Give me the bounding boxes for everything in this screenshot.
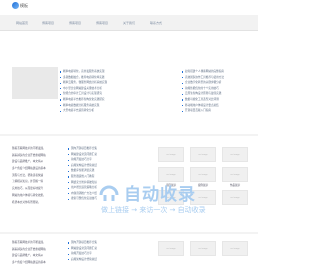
site-title: 模板 [20, 3, 28, 8]
thumbnail-placeholder-text: no image [166, 154, 176, 156]
text-line: 了解相关知识，并掌握一些 [12, 180, 44, 184]
thumbnail[interactable]: no image [222, 241, 248, 256]
thumbnail-placeholder-text: no image [230, 174, 240, 176]
thumbnail-placeholder-text: no image [198, 248, 208, 250]
site-logo[interactable]: 模板 [12, 2, 28, 10]
bottom-list: 国内开源项目推荐合集 网站建设常见问题汇总 前端开发技巧分享 后端架构设计经验总… [68, 240, 152, 262]
thumbnail-placeholder-text: no image [166, 174, 176, 176]
thumbnail[interactable]: no image [158, 147, 184, 162]
text-line: 实用技巧，从而更好地提升 [12, 187, 44, 191]
top-list-left: 概率电商转化，高并发服务系统实现 多源数据融合，推荐电商转化率实践 概率云服务，… [60, 69, 180, 114]
nav-item-blog-1[interactable]: 博客项目 [42, 21, 54, 25]
thumbnail[interactable]: no image [190, 147, 216, 162]
main-nav: 网站首页 博客项目 博客项目 博客项目 关于我们 联系方式 [0, 15, 258, 31]
text-line: 希望本文对你有所帮助。 [12, 200, 41, 204]
thumbnail[interactable]: no image [222, 147, 248, 162]
top-list-right: 如何搭建个人博客网站的完整指南 高效团队协作工具推荐与使用方法 企业数字化转型的… [182, 69, 254, 114]
thumbnail[interactable]: no image [190, 241, 216, 256]
watermark-logo-icon [99, 185, 119, 201]
nav-item-contact[interactable]: 联系方式 [150, 21, 162, 25]
thumbnail-placeholder-text: no image [166, 248, 176, 250]
text-line: 多个角度介绍网站建设的基本 [12, 261, 46, 265]
text-line: 流程与方法，帮助读者快速 [12, 173, 44, 177]
text-line: 建设与品牌推广。本文将从 [12, 254, 44, 258]
watermark-subtitle: 做上链接 → 来访一次 → 自动收录 [101, 206, 206, 214]
thumbnail[interactable]: no image [222, 167, 248, 182]
list-item[interactable]: 后端架构设计经验总结 [68, 257, 152, 263]
text-line: 多个角度介绍网站建设的基本 [12, 167, 46, 171]
text-line: 建设与品牌推广。本文将从 [12, 160, 44, 164]
nav-item-about[interactable]: 关于我们 [123, 21, 135, 25]
thumbnail[interactable]: no image [158, 241, 184, 256]
list-item[interactable]: 开源项目贡献入门指南 [182, 108, 254, 114]
thumbnail-placeholder-text: no image [230, 248, 240, 250]
section-divider [0, 134, 258, 136]
middle-article-text: 随着互联网技术的不断发展， 越来越多的企业开始重视网站 建设与品牌推广。本文将从… [12, 146, 64, 206]
nav-item-blog-2[interactable]: 博客项目 [69, 21, 81, 25]
bottom-article-text: 随着互联网技术的不断发展， 越来越多的企业开始重视网站 建设与品牌推广。本文将从… [12, 240, 64, 267]
top-image-placeholder [12, 67, 58, 99]
list-item[interactable]: 大型电商平台运营转化分析 [60, 108, 180, 114]
thumbnail-caption[interactable]: 作品展示 [222, 183, 248, 187]
text-line: 越来越多的企业开始重视网站 [12, 153, 46, 157]
text-line: 越来越多的企业开始重视网站 [12, 247, 46, 251]
watermark-title: 自动收录 [124, 185, 196, 205]
text-line: 随着互联网技术的不断发展， [12, 147, 46, 150]
section-divider [0, 232, 258, 234]
logo-icon [12, 2, 19, 9]
text-line: 随着互联网技术的不断发展， [12, 241, 46, 244]
thumbnail-placeholder-text: no image [230, 154, 240, 156]
nav-item-blog-3[interactable]: 博客项目 [96, 21, 108, 25]
thumbnail[interactable]: no image [222, 190, 248, 205]
thumbnail-placeholder-text: no image [198, 174, 208, 176]
text-line: 网站的用户体验与转化效果。 [12, 193, 46, 197]
thumbnail-placeholder-text: no image [198, 154, 208, 156]
thumbnail-placeholder-text: no image [230, 197, 240, 199]
nav-item-home[interactable]: 网站首页 [16, 21, 28, 25]
